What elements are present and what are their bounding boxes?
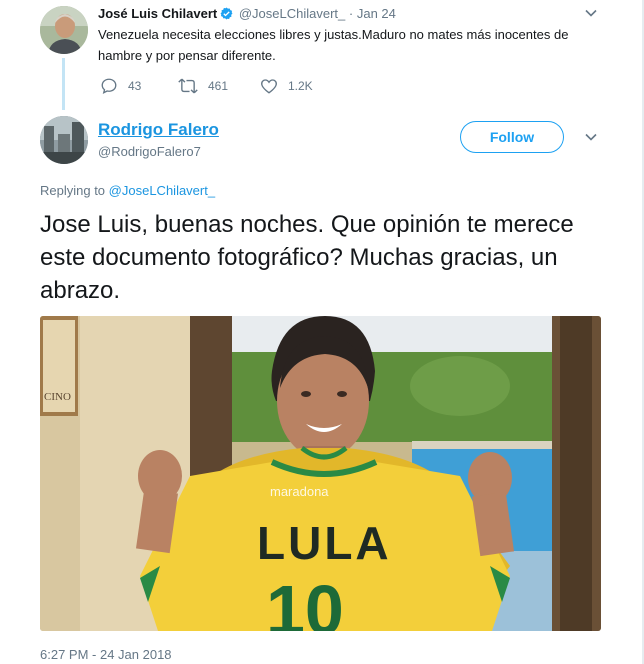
author-name[interactable]: José Luis Chilavert [98, 6, 217, 21]
replying-to: Replying to @JoseLChilavert_ [40, 183, 215, 198]
author-handle[interactable]: @JoseLChilavert_ [239, 6, 345, 21]
tweet-timestamp[interactable]: 6:27 PM - 24 Jan 2018 [40, 647, 172, 662]
retweet-icon [178, 77, 198, 95]
reply-tweet-text: Jose Luis, buenas noches. Que opinión te… [40, 211, 574, 304]
retweet-button[interactable]: 461 [178, 77, 228, 95]
photo-watermark: maradona [270, 484, 329, 499]
replying-prefix: Replying to [40, 183, 106, 198]
like-button[interactable]: 1.2K [260, 77, 313, 95]
like-count: 1.2K [288, 79, 313, 93]
avatar-falero[interactable] [40, 116, 88, 164]
reply-author-name[interactable]: Rodrigo Falero [98, 120, 219, 140]
reply-count: 43 [128, 79, 142, 93]
chevron-down-icon[interactable] [584, 130, 598, 149]
follow-button[interactable]: Follow [460, 121, 564, 153]
thread-line [62, 58, 65, 110]
jersey-number: 10 [266, 571, 344, 631]
reply-icon [100, 77, 118, 95]
chevron-down-icon[interactable] [584, 6, 598, 25]
verified-badge-icon [220, 7, 233, 23]
reply-author-handle[interactable]: @RodrigoFalero7 [98, 144, 201, 159]
jersey-name: LULA [257, 517, 392, 569]
replying-mention-link[interactable]: @JoseLChilavert_ [109, 183, 215, 198]
parent-tweet-text: Venezuela necesita elecciones libres y j… [98, 27, 569, 63]
retweet-count: 461 [208, 79, 229, 93]
painting-text: CINO [44, 391, 71, 403]
reply-button[interactable]: 43 [100, 77, 141, 95]
avatar-chilavert[interactable] [40, 6, 88, 54]
parent-tweet-header: José Luis Chilavert @JoseLChilavert_ · J… [98, 6, 396, 23]
tweet-date[interactable]: Jan 24 [357, 6, 396, 21]
like-icon [260, 77, 278, 95]
separator-dot: · [348, 6, 354, 21]
tweet-photo[interactable]: CINO maradona LULA 10 [40, 316, 601, 631]
